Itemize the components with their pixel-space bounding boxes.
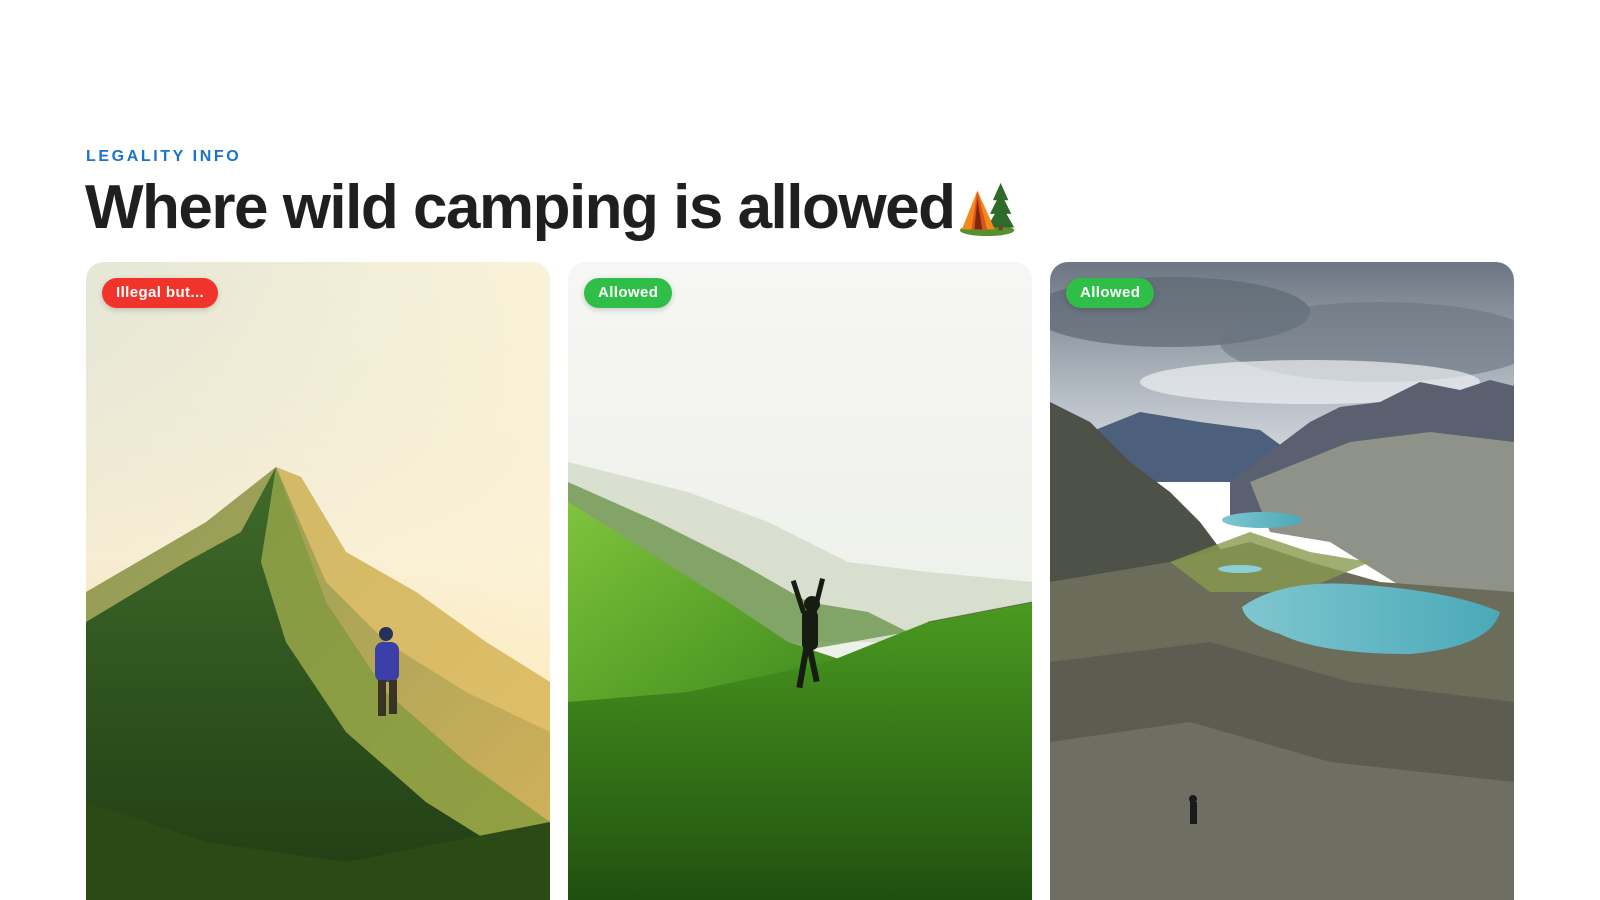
- ridge-hiker-photo: [86, 262, 550, 900]
- card-grid: Illegal but... Allowed Allowed: [86, 262, 1514, 900]
- section-eyebrow: LEGALITY INFO: [86, 148, 242, 165]
- location-card[interactable]: Illegal but...: [86, 262, 550, 900]
- page: LEGALITY INFO Where wild camping is allo…: [0, 0, 1600, 900]
- legality-badge: Allowed: [1066, 278, 1155, 308]
- legality-badge: Illegal but...: [102, 278, 219, 308]
- section-title-text: Where wild camping is allowed: [85, 173, 956, 242]
- camping-tent-icon: [958, 177, 1020, 239]
- green-hillside-photo: [568, 262, 1032, 900]
- section-title: Where wild camping is allowed: [85, 172, 1020, 244]
- location-card[interactable]: Allowed: [1050, 262, 1514, 900]
- location-card[interactable]: Allowed: [568, 262, 1032, 900]
- legality-badge: Allowed: [584, 278, 673, 308]
- alpine-lakes-photo: [1050, 262, 1514, 900]
